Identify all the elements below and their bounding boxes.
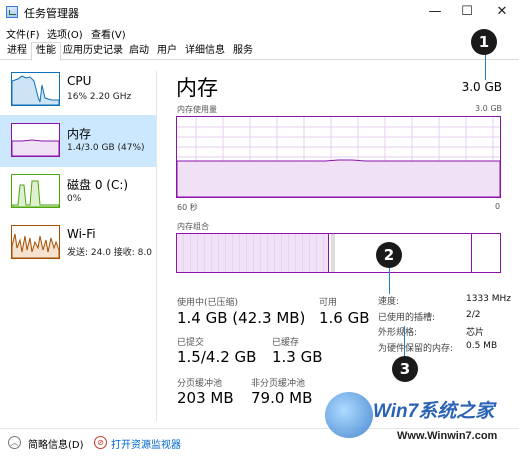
memory-usage-chart bbox=[177, 117, 500, 197]
watermark-url: Www.Winwin7.com bbox=[397, 430, 498, 442]
sidebar-memory-sub: 1.4/3.0 GB (47%) bbox=[67, 143, 145, 153]
sidebar-item-memory[interactable]: 内存 1.4/3.0 GB (47%) bbox=[0, 115, 156, 167]
memory-title: 内存 bbox=[176, 76, 218, 100]
memory-usage-label: 内存使用量 bbox=[177, 105, 217, 114]
nonpaged-pool-label: 非分页缓冲池 bbox=[251, 379, 306, 389]
committed-value: 1.5/4.2 GB bbox=[177, 348, 257, 366]
tab-services[interactable]: 服务 bbox=[229, 43, 257, 60]
callout-3-badge: 3 bbox=[392, 356, 418, 382]
nonpaged-pool-value: 79.0 MB bbox=[251, 389, 313, 407]
task-manager-icon bbox=[6, 6, 18, 18]
sidebar-item-cpu[interactable]: CPU 16% 2.20 GHz bbox=[0, 64, 156, 116]
slots-value: 2/2 bbox=[466, 310, 481, 320]
tab-performance[interactable]: 性能 bbox=[31, 42, 61, 61]
menu-bar: 文件(F) 选项(O) 查看(V) bbox=[0, 24, 519, 41]
open-resource-monitor-link[interactable]: 打开资源监视器 bbox=[111, 436, 181, 451]
callout-1-badge: 1 bbox=[471, 29, 497, 55]
time-axis-start: 60 秒 bbox=[177, 203, 198, 212]
cached-value: 1.3 GB bbox=[272, 348, 323, 366]
performance-sidebar: CPU 16% 2.20 GHz 内存 1.4/3.0 GB (47%) 磁盘 … bbox=[0, 61, 158, 421]
sidebar-divider bbox=[156, 71, 157, 421]
menu-view[interactable]: 查看(V) bbox=[91, 26, 126, 41]
in-use-label: 使用中(已压缩) bbox=[177, 298, 239, 308]
sidebar-cpu-name: CPU bbox=[67, 74, 92, 88]
callout-1-line bbox=[485, 52, 486, 80]
tab-users[interactable]: 用户 bbox=[153, 43, 181, 60]
callout-3-line bbox=[404, 326, 405, 358]
title-bar: 任务管理器 — ☐ ✕ bbox=[0, 0, 519, 24]
wifi-thumbnail bbox=[11, 225, 60, 259]
tab-processes[interactable]: 进程 bbox=[3, 43, 31, 60]
windows-logo-icon bbox=[325, 392, 373, 438]
available-label: 可用 bbox=[319, 298, 338, 308]
menu-options[interactable]: 选项(O) bbox=[47, 26, 83, 41]
chevron-up-icon[interactable]: ︿ bbox=[8, 436, 21, 449]
committed-label: 已提交 bbox=[177, 338, 205, 348]
paged-pool-value: 203 MB bbox=[177, 389, 234, 407]
paged-pool-label: 分页缓冲池 bbox=[177, 379, 223, 389]
tab-details[interactable]: 详细信息 bbox=[181, 43, 229, 60]
tab-app-history[interactable]: 应用历史记录 bbox=[61, 43, 125, 60]
window-title: 任务管理器 bbox=[24, 7, 79, 20]
callout-2-line bbox=[389, 266, 390, 294]
cpu-thumbnail bbox=[11, 72, 60, 106]
in-use-value: 1.4 GB (42.3 MB) bbox=[177, 309, 306, 327]
composition-standby bbox=[335, 234, 472, 272]
memory-usage-max: 3.0 GB bbox=[475, 104, 502, 113]
form-factor-label: 外形规格: bbox=[378, 328, 418, 338]
hardware-reserved-label: 为硬件保留的内存: bbox=[378, 344, 454, 354]
composition-in-use bbox=[177, 234, 329, 272]
sidebar-wifi-sub: 发送: 24.0 接收: 8.0 bbox=[67, 248, 152, 258]
cached-label: 已缓存 bbox=[272, 338, 300, 348]
callout-2-badge: 2 bbox=[376, 242, 402, 268]
disk-thumbnail bbox=[11, 174, 60, 208]
resource-monitor-icon: ⊘ bbox=[94, 436, 107, 449]
memory-composition-bar bbox=[176, 233, 501, 273]
watermark: Win7系统之家 Www.Winwin7.com bbox=[325, 390, 519, 450]
slots-label: 已使用的插槽: bbox=[378, 313, 436, 323]
form-factor-value: 芯片 bbox=[466, 328, 485, 338]
tab-bar: 进程 性能 应用历史记录 启动 用户 详细信息 服务 bbox=[0, 41, 519, 61]
sidebar-disk-name: 磁盘 0 (C:) bbox=[67, 178, 129, 192]
tab-startup[interactable]: 启动 bbox=[125, 43, 153, 60]
speed-value: 1333 MHz bbox=[466, 294, 512, 304]
memory-composition-label: 内存组合 bbox=[177, 222, 209, 231]
close-button[interactable]: ✕ bbox=[485, 0, 519, 24]
watermark-brand: Win7系统之家 bbox=[373, 401, 495, 422]
sidebar-wifi-name: Wi-Fi bbox=[67, 227, 96, 241]
time-axis-end: 0 bbox=[495, 202, 501, 211]
minimize-button[interactable]: — bbox=[418, 0, 452, 24]
memory-total: 3.0 GB bbox=[461, 80, 502, 94]
menu-file[interactable]: 文件(F) bbox=[6, 26, 40, 41]
maximize-button[interactable]: ☐ bbox=[450, 0, 484, 24]
speed-label: 速度: bbox=[378, 297, 400, 307]
fewer-details-link[interactable]: 简略信息(D) bbox=[28, 436, 84, 451]
sidebar-item-wifi[interactable]: Wi-Fi 发送: 24.0 接收: 8.0 bbox=[0, 217, 156, 269]
sidebar-disk-sub: 0% bbox=[67, 194, 82, 204]
hardware-reserved-value: 0.5 MB bbox=[466, 341, 498, 351]
sidebar-cpu-sub: 16% 2.20 GHz bbox=[67, 92, 132, 102]
memory-usage-area bbox=[177, 159, 500, 197]
sidebar-memory-name: 内存 bbox=[67, 127, 92, 141]
available-value: 1.6 GB bbox=[319, 309, 370, 327]
memory-thumbnail bbox=[11, 123, 60, 157]
sidebar-item-disk[interactable]: 磁盘 0 (C:) 0% bbox=[0, 166, 156, 218]
memory-usage-graph bbox=[176, 116, 501, 198]
